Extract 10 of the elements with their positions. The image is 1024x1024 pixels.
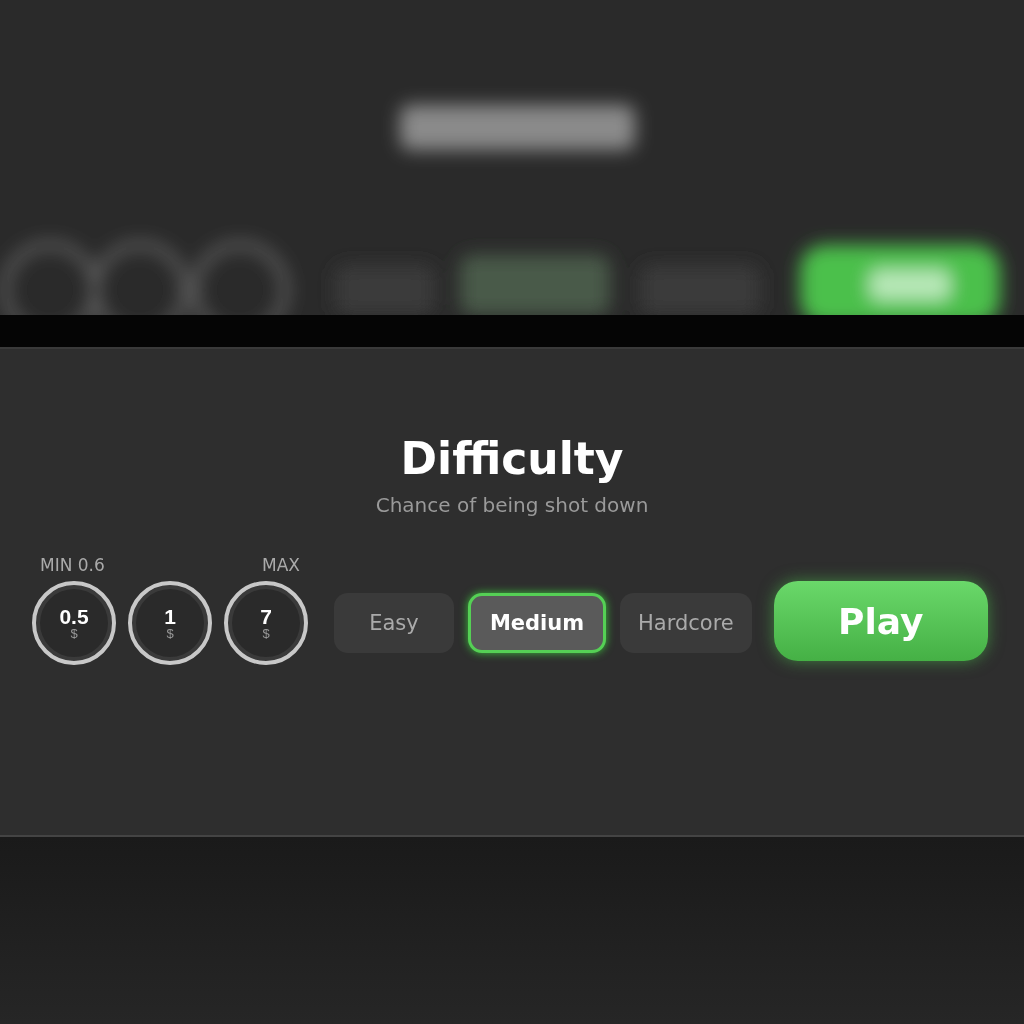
bet-chip[interactable]: 1 $: [128, 581, 212, 666]
bet-chip[interactable]: 0.5 $: [32, 581, 116, 666]
max-limit-label: MAX: [262, 555, 300, 576]
difficulty-tab[interactable]: Hardcore: [620, 593, 752, 654]
panel-subtitle: Chance of being shot down: [375, 493, 649, 518]
difficulty-tab[interactable]: Easy: [334, 593, 454, 654]
min-limit-label: MIN 0.6: [40, 555, 105, 576]
panel-title: Difficulty: [400, 435, 624, 484]
difficulty-tab[interactable]: Medium: [468, 593, 606, 654]
bet-chip[interactable]: 7 $: [224, 581, 308, 666]
